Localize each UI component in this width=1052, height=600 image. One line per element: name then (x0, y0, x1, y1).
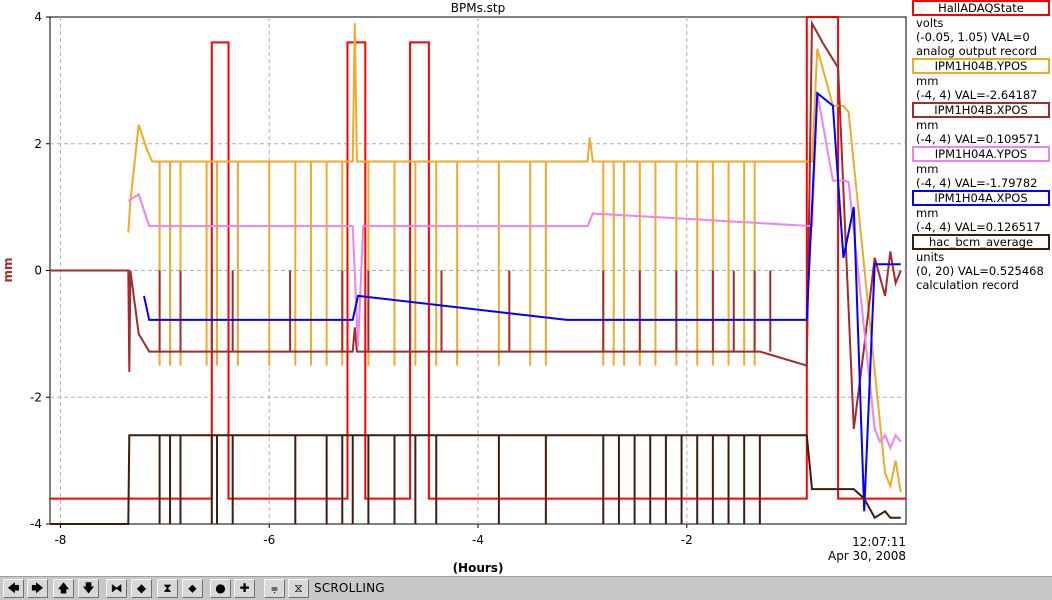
y-tick-label: 2 (34, 137, 42, 151)
legend-name: hac_bcm_average (912, 234, 1050, 250)
zoom-in-x-button[interactable]: ⧓ (106, 579, 127, 598)
legend-detail: units (916, 250, 945, 264)
zoom-in-y-button[interactable]: ⧗ (157, 579, 178, 598)
y-axis-label: mm (1, 257, 15, 282)
legend-detail: (0, 20) VAL=0.525468 (916, 264, 1044, 278)
scroll-down-button[interactable]: 🡇 (78, 579, 99, 598)
x-tick-label: -8 (54, 533, 66, 547)
center-button[interactable]: ✚ (234, 579, 255, 598)
x-tick-label: -6 (263, 533, 275, 547)
legend-detail: (-4, 4) VAL=0.126517 (916, 220, 1041, 234)
legend-detail: mm (916, 74, 939, 88)
legend-detail: mm (916, 162, 939, 176)
toolbar: SCROLLING 🡄 🡆 🡅 🡇 ⧓ ◆ ⧗ ⬥ ● ✚ ⩦ ⧖ (0, 576, 1052, 600)
x-axis-label: (Hours) (453, 561, 504, 575)
stripchart: -4 -2 0 2 4 -8 -6 -4 -2 BPMs.stp mm (Hours) 12:0… (1, 1, 907, 575)
reset-button[interactable]: ⩦ (264, 579, 285, 598)
scroll-up-button[interactable]: 🡅 (53, 579, 74, 598)
legend-item[interactable]: IPM1H04B.XPOS mm (-4, 4) VAL=0.109571 (912, 102, 1052, 146)
legend-detail: (-4, 4) VAL=-1.79782 (916, 176, 1038, 190)
chart-title: BPMs.stp (451, 1, 505, 15)
legend-name: IPM1H04B.YPOS (912, 58, 1050, 74)
pause-button[interactable]: ⧖ (288, 579, 309, 598)
auto-scale-button[interactable]: ● (210, 579, 231, 598)
x-tick-label: -4 (472, 533, 484, 547)
y-tick-label: 0 (34, 264, 42, 278)
scroll-status: SCROLLING (314, 581, 385, 595)
legend-detail: mm (916, 206, 939, 220)
legend-name: IPM1H04A.XPOS (912, 190, 1050, 206)
legend-detail: calculation record (916, 278, 1019, 292)
y-tick-label: 4 (34, 10, 42, 24)
legend-detail: (-0.05, 1.05) VAL=0 (916, 30, 1030, 44)
scroll-left-button[interactable]: 🡄 (3, 579, 24, 598)
legend-detail: mm (916, 118, 939, 132)
zoom-out-x-button[interactable]: ◆ (131, 579, 152, 598)
legend-name: IPM1H04A.YPOS (912, 146, 1050, 162)
legend-item[interactable]: HallADAQState volts (-0.05, 1.05) VAL=0 ana… (912, 0, 1052, 58)
legend-detail: (-4, 4) VAL=-2.64187 (916, 88, 1038, 102)
legend-item[interactable]: IPM1H04A.XPOS mm (-4, 4) VAL=0.126517 (912, 190, 1052, 234)
legend-name: HallADAQState (912, 0, 1050, 16)
legend-item[interactable]: IPM1H04B.YPOS mm (-4, 4) VAL=-2.64187 (912, 58, 1052, 102)
legend: HallADAQState volts (-0.05, 1.05) VAL=0 ana… (912, 0, 1052, 292)
legend-detail: (-4, 4) VAL=0.109571 (916, 132, 1041, 146)
scroll-right-button[interactable]: 🡆 (27, 579, 48, 598)
y-tick-label: -2 (30, 390, 42, 404)
x-tick-label: -2 (681, 533, 693, 547)
end-date-label: Apr 30, 2008 (828, 549, 906, 563)
legend-detail: volts (916, 16, 944, 30)
zoom-out-y-button[interactable]: ⬥ (182, 579, 203, 598)
legend-item[interactable]: IPM1H04A.YPOS mm (-4, 4) VAL=-1.79782 (912, 146, 1052, 190)
legend-detail: analog output record (916, 44, 1037, 58)
legend-name: IPM1H04B.XPOS (912, 102, 1050, 118)
legend-item[interactable]: hac_bcm_average units (0, 20) VAL=0.525468… (912, 234, 1052, 292)
end-time-label: 12:07:11 (852, 535, 906, 549)
y-tick-label: -4 (30, 517, 42, 531)
